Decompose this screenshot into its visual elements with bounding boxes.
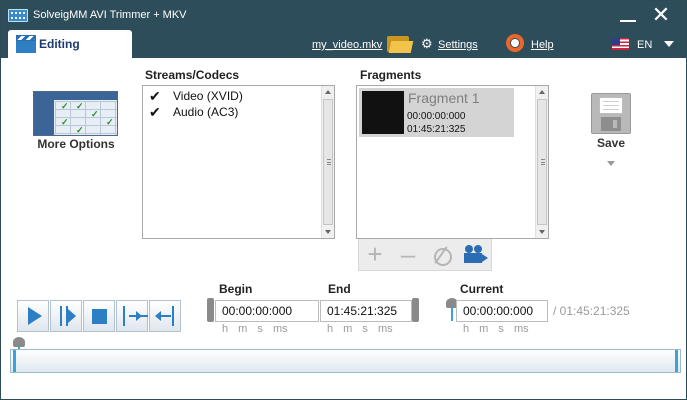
language-label[interactable]: EN: [637, 39, 652, 51]
timeline-start-marker[interactable]: [13, 350, 16, 372]
folder-icon[interactable]: [387, 34, 414, 53]
tab-editing[interactable]: Editing: [8, 30, 132, 58]
streams-scrollbar[interactable]: [321, 86, 334, 238]
streams-list[interactable]: ✔ Video (XVID) ✔ Audio (AC3): [142, 85, 335, 239]
total-duration: / 01:45:21:325: [553, 304, 630, 318]
window-title: SolveigMM AVI Trimmer + MKV: [33, 9, 187, 21]
begin-time-field[interactable]: 00:00:00:000: [215, 300, 319, 322]
scroll-down-icon[interactable]: [325, 230, 331, 234]
timeline-track[interactable]: [10, 349, 681, 373]
clear-fragments-button[interactable]: [425, 239, 457, 271]
save-label: Save: [596, 136, 626, 150]
minimize-button[interactable]: [613, 1, 643, 29]
go-to-start-marker-button[interactable]: [149, 300, 181, 332]
close-icon: ✕: [651, 2, 671, 27]
fragment-thumbnail: [362, 91, 404, 134]
checkbox-checked-icon[interactable]: ✔: [149, 89, 163, 103]
scroll-up-icon[interactable]: [325, 90, 331, 94]
help-ring-icon[interactable]: [506, 34, 524, 52]
fragments-list[interactable]: Fragment 1 00:00:00:000 01:45:21:325: [356, 85, 549, 239]
end-marker-handle[interactable]: [412, 298, 419, 322]
remove-fragment-button[interactable]: –: [392, 239, 424, 271]
fragments-scrollbar[interactable]: [535, 86, 548, 238]
fragment-start: 00:00:00:000: [407, 111, 466, 122]
stream-label: Video (XVID): [173, 89, 243, 103]
minus-icon: –: [400, 239, 416, 269]
help-link[interactable]: Help: [531, 39, 554, 51]
chevron-down-icon[interactable]: [664, 41, 674, 47]
add-fragment-button[interactable]: +: [359, 239, 391, 271]
tab-bar: Editing my_video.mkv ⚙ Settings Help EN: [1, 29, 686, 58]
title-bar[interactable]: SolveigMM AVI Trimmer + MKV ✕: [1, 1, 686, 29]
tab-editing-label: Editing: [39, 37, 80, 51]
floppy-disk-icon: [591, 93, 631, 134]
timeline-slider[interactable]: [10, 349, 681, 377]
camera-button[interactable]: [458, 239, 490, 271]
stream-label: Audio (AC3): [173, 105, 239, 119]
current-time-field[interactable]: 00:00:00:000: [456, 300, 548, 322]
playback-controls: [17, 300, 182, 332]
save-button[interactable]: Save: [586, 93, 636, 173]
gear-icon[interactable]: ⚙: [421, 37, 433, 50]
more-options-label: More Options: [37, 137, 115, 151]
play-selection-button[interactable]: [50, 300, 82, 332]
scroll-up-icon[interactable]: [539, 90, 545, 94]
settings-link[interactable]: Settings: [438, 39, 478, 51]
app-film-icon: [8, 9, 28, 22]
begin-label: Begin: [219, 282, 253, 296]
close-button[interactable]: ✕: [646, 1, 676, 29]
app-window: SolveigMM AVI Trimmer + MKV ✕ Editing my…: [0, 0, 687, 400]
us-flag-icon[interactable]: [612, 38, 629, 50]
checkbox-checked-icon[interactable]: ✔: [149, 105, 163, 119]
fragments-toolbar: + –: [358, 239, 492, 271]
scroll-down-icon[interactable]: [539, 230, 545, 234]
clapperboard-icon: [16, 35, 36, 53]
fragments-heading: Fragments: [360, 68, 422, 82]
go-to-end-marker-button[interactable]: [116, 300, 148, 332]
current-label: Current: [460, 282, 504, 296]
begin-marker-handle[interactable]: [207, 298, 214, 322]
fragment-name: Fragment 1: [408, 90, 480, 106]
end-units: h m s ms: [327, 323, 393, 335]
minimize-icon: [620, 20, 636, 22]
end-time-field[interactable]: 01:45:21:325: [320, 300, 412, 322]
end-label: End: [328, 282, 351, 296]
table-grid-icon: ✓ ✓ ✓ ✓ ✓ ✓: [33, 91, 118, 136]
more-options-button[interactable]: ✓ ✓ ✓ ✓ ✓ ✓ More Options: [32, 91, 120, 156]
plus-icon: +: [367, 239, 383, 269]
begin-units: h m s ms: [222, 323, 288, 335]
fragment-item[interactable]: Fragment 1 00:00:00:000 01:45:21:325: [359, 88, 514, 137]
timeline-end-marker[interactable]: [675, 350, 678, 372]
play-button[interactable]: [17, 300, 49, 332]
chevron-down-icon[interactable]: [607, 161, 615, 166]
streams-heading: Streams/Codecs: [145, 68, 240, 82]
fragment-end: 01:45:21:325: [407, 124, 466, 135]
file-name-link[interactable]: my_video.mkv: [312, 39, 382, 51]
current-units: h m s ms: [463, 323, 529, 335]
stop-button[interactable]: [83, 300, 115, 332]
